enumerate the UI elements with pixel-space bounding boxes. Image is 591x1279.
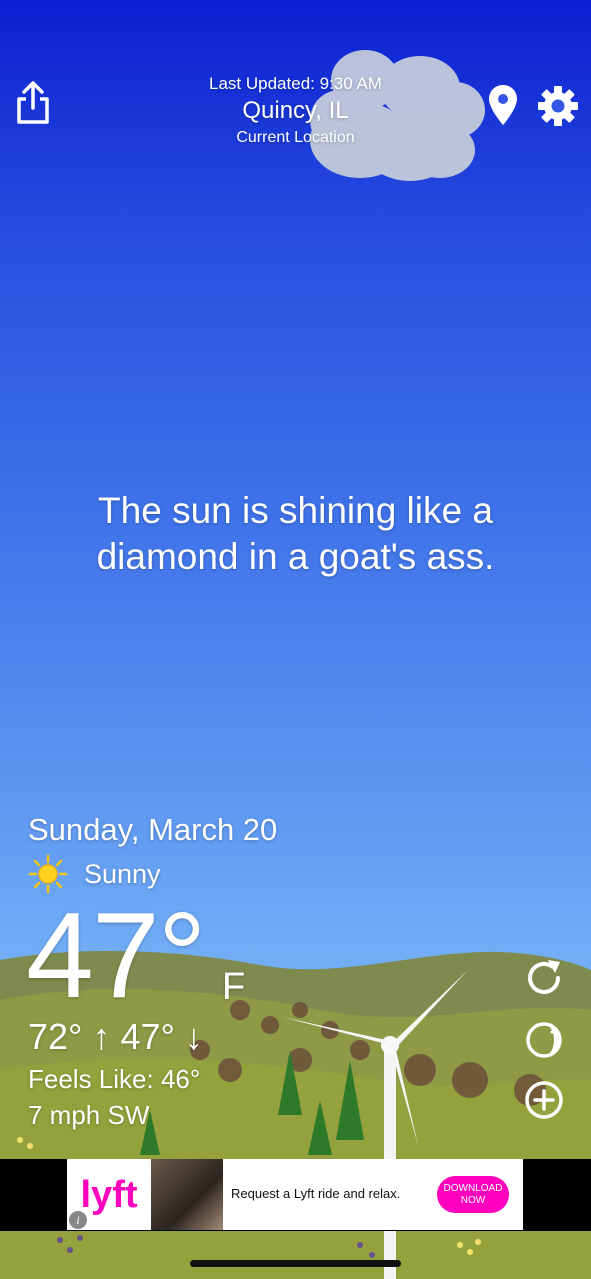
location-pin-icon [489, 85, 517, 125]
ad-photo [151, 1159, 223, 1230]
location-header: Last Updated: 9:30 AM Quincy, IL Current… [150, 74, 441, 147]
ad-info-icon[interactable]: i [69, 1211, 87, 1229]
gear-icon [538, 86, 578, 126]
moon-phase-button[interactable] [522, 1018, 566, 1062]
share-button[interactable] [14, 80, 52, 126]
wind-text: 7 mph SW [28, 1100, 150, 1130]
lyft-ad-banner[interactable]: lyft Request a Lyft ride and relax. DOWN… [67, 1159, 523, 1230]
refresh-button[interactable] [522, 956, 566, 1000]
feels-like-text: Feels Like: 46° [28, 1064, 201, 1094]
moon-phase-icon [526, 1022, 562, 1058]
now-label: NOW [460, 1194, 486, 1206]
settings-button[interactable] [536, 84, 580, 128]
weather-quote: The sun is shining like a diamond in a g… [40, 488, 551, 580]
temperature-unit[interactable]: F [222, 966, 245, 1009]
condition-text: Sunny [84, 858, 161, 889]
svg-text:lyft: lyft [81, 1174, 138, 1216]
location-label: Current Location [236, 129, 355, 146]
add-location-button[interactable] [522, 1078, 566, 1122]
quote-line-2: diamond in a goat's ass. [96, 536, 495, 577]
home-indicator[interactable] [190, 1260, 401, 1267]
last-updated-text: Last Updated: 9:30 AM [209, 74, 382, 93]
location-button[interactable] [488, 84, 518, 126]
forecast-date: Sunday, March 20 [28, 812, 278, 847]
download-now-button[interactable]: DOWNLOAD NOW [437, 1176, 509, 1213]
share-icon [17, 81, 49, 124]
refresh-icon [528, 960, 560, 994]
current-temperature: 47° [26, 887, 206, 1023]
city-name[interactable]: Quincy, IL [150, 97, 441, 125]
download-label: DOWNLOAD [443, 1182, 503, 1194]
add-circle-icon [525, 1081, 563, 1119]
ad-text: Request a Lyft ride and relax. [231, 1186, 401, 1201]
quote-line-1: The sun is shining like a [98, 490, 493, 531]
high-low-temperature: 72° ↑ 47° ↓ [28, 1016, 203, 1057]
